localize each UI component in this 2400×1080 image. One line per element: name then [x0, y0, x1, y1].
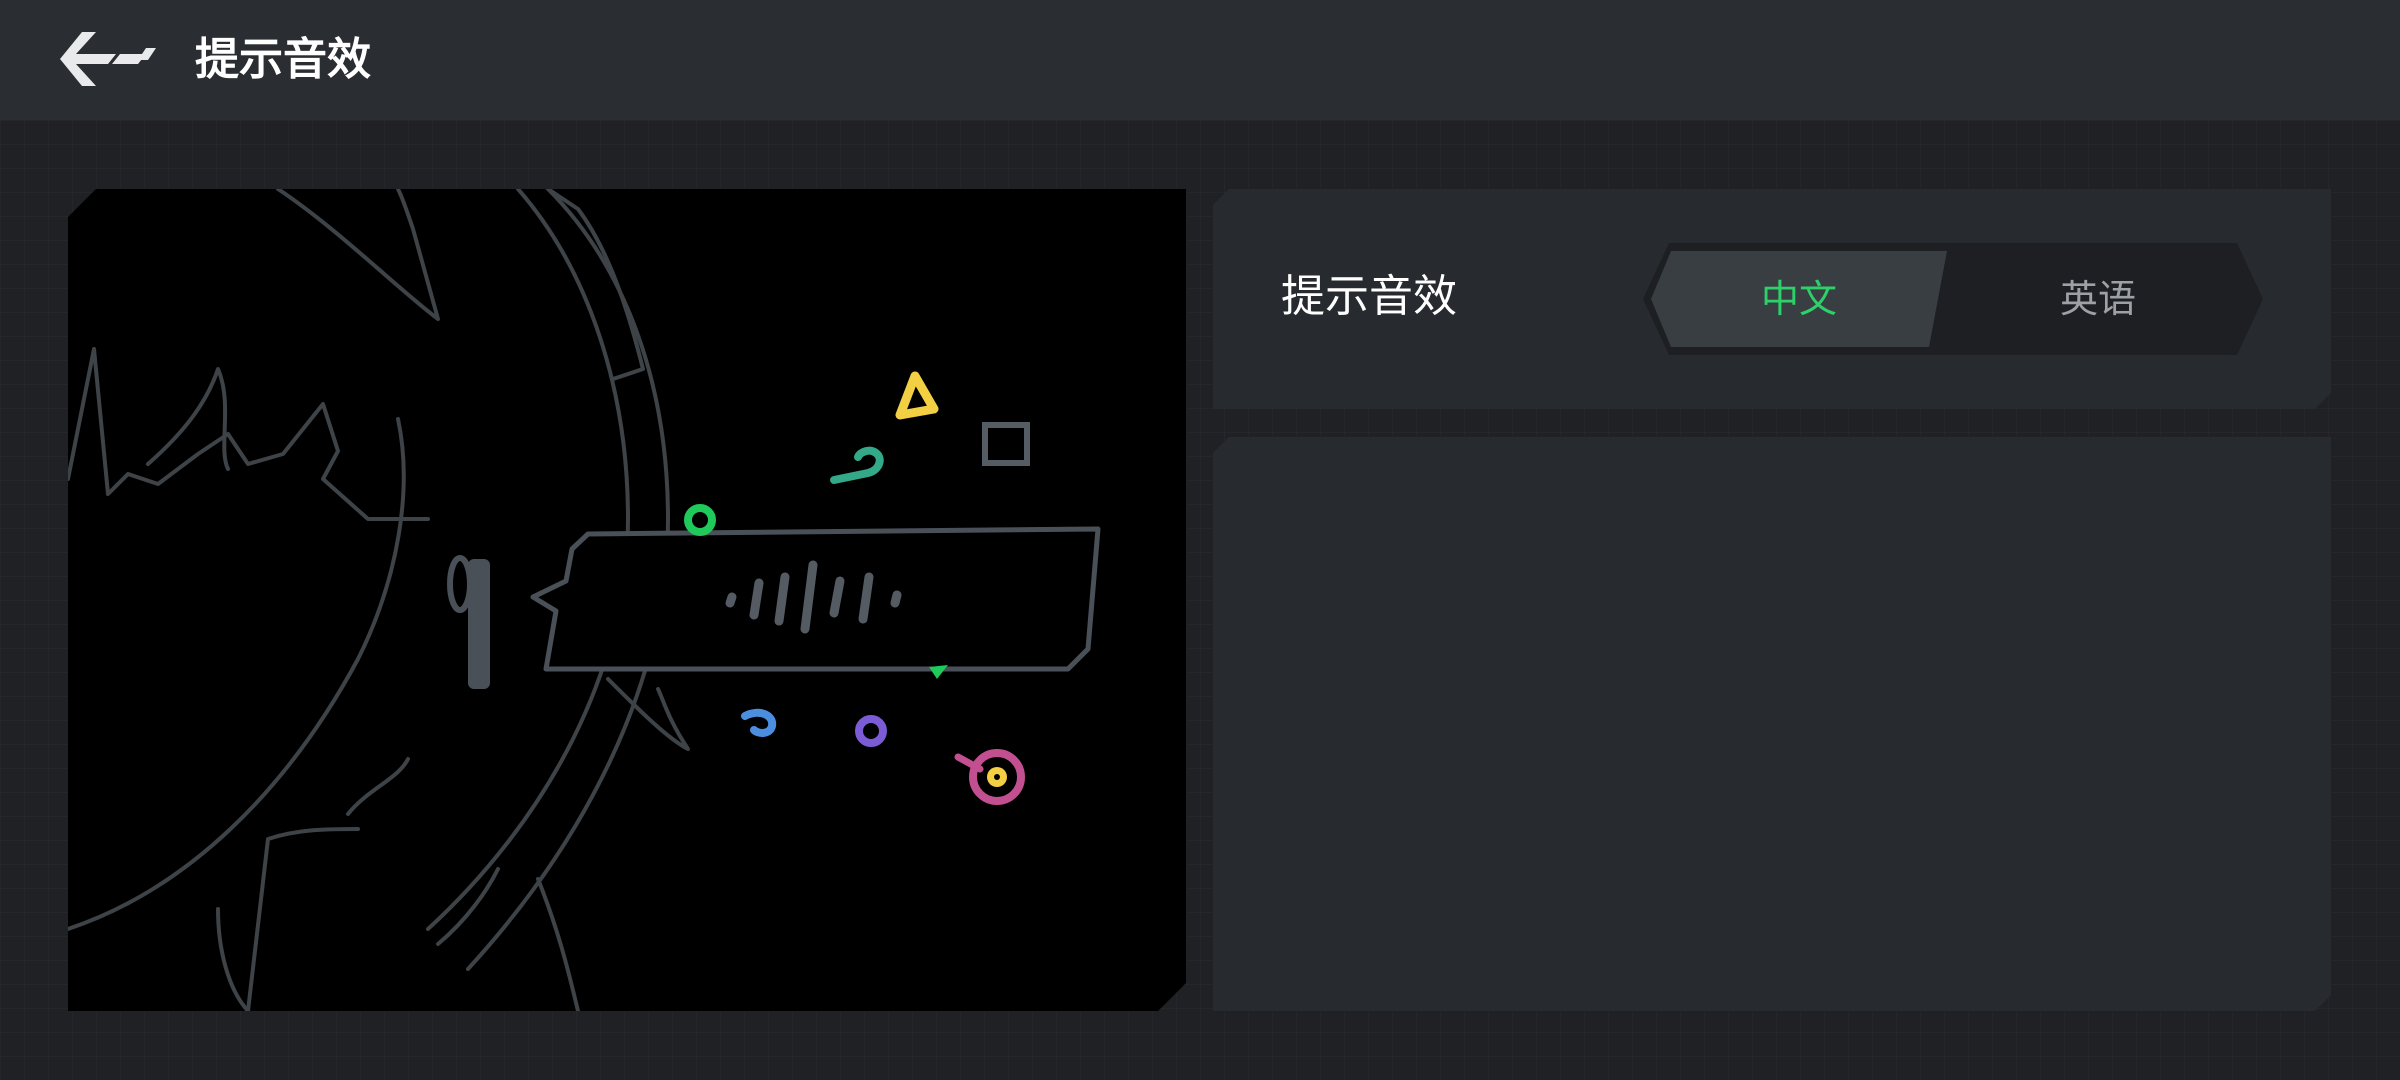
option-english[interactable]: 英语: [1943, 243, 2253, 355]
sound-language-card: 提示音效 中文 英语: [1213, 189, 2331, 409]
back-button[interactable]: [56, 28, 156, 90]
page-title: 提示音效: [195, 34, 371, 85]
back-arrow-icon: [60, 32, 156, 86]
character-headset-illustration: [68, 189, 1186, 1011]
sound-preview-illustration: [68, 189, 1186, 1011]
option-chinese[interactable]: 中文: [1651, 251, 1947, 347]
language-segmented-control: 中文 英语: [1643, 243, 2263, 355]
top-bar: 提示音效: [0, 0, 2400, 120]
content-panel: [1213, 437, 2331, 1011]
setting-label: 提示音效: [1281, 271, 1457, 322]
